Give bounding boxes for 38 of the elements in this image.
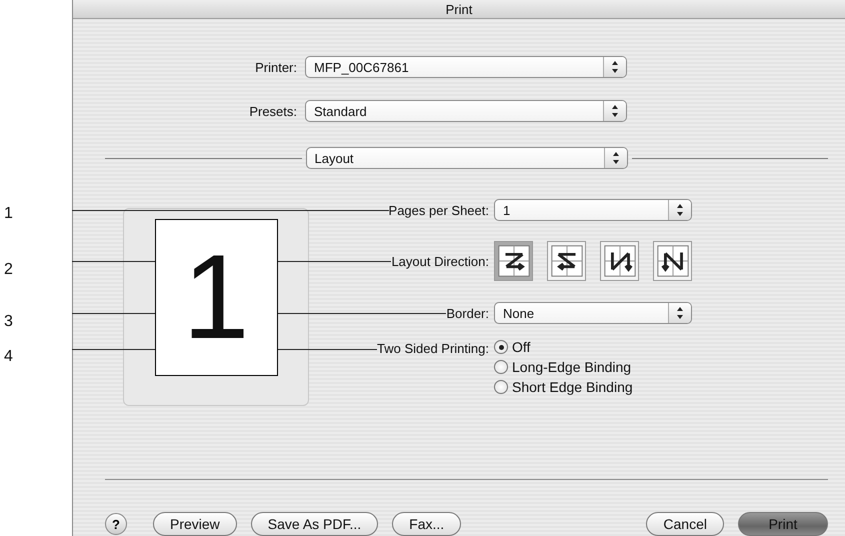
dialog-button[interactable]: Preview — [153, 512, 237, 536]
field-label: Two Sided Printing: — [376, 341, 489, 356]
layout-direction-icon — [602, 243, 638, 279]
layout-direction-button[interactable] — [600, 241, 639, 281]
popup-menu[interactable]: Layout — [306, 147, 628, 169]
stepper-icon — [603, 57, 626, 77]
stepper-icon — [603, 101, 626, 121]
field-label: Layout Direction: — [391, 254, 489, 268]
radio-button[interactable] — [494, 380, 508, 394]
radio-option[interactable]: Short Edge Binding — [494, 379, 692, 395]
stepper-icon — [668, 303, 691, 323]
layout-direction-button[interactable] — [494, 241, 533, 281]
help-button[interactable]: ? — [105, 513, 127, 535]
field-label: Pages per Sheet: — [388, 202, 489, 218]
field-label: Border: — [446, 306, 489, 320]
layout-direction-button[interactable] — [653, 241, 692, 281]
layout-direction-icon — [496, 243, 532, 279]
field-label: Printer: — [254, 60, 297, 74]
radio-option[interactable]: Long-Edge Binding — [494, 359, 692, 375]
radio-button[interactable] — [494, 360, 508, 374]
dialog-button[interactable]: Cancel — [646, 512, 724, 536]
field-label: Presets: — [248, 104, 297, 118]
radio-button[interactable] — [494, 340, 508, 354]
radio-option[interactable]: Off — [494, 339, 692, 355]
dialog-button[interactable]: Print — [738, 512, 828, 536]
window-title: Print — [73, 0, 845, 19]
page-preview: 1 — [154, 218, 278, 376]
layout-direction-button[interactable] — [547, 241, 586, 281]
popup-menu[interactable]: None — [494, 302, 692, 324]
dialog-button[interactable]: Fax... — [392, 512, 462, 536]
layout-direction-icon — [654, 243, 690, 279]
popup-menu[interactable]: Standard — [305, 100, 627, 122]
popup-menu[interactable]: 1 — [494, 199, 692, 221]
stepper-icon — [668, 200, 691, 220]
layout-direction-icon — [548, 243, 584, 279]
popup-menu[interactable]: MFP_00C67861 — [305, 56, 627, 78]
stepper-icon — [604, 148, 626, 168]
dialog-button[interactable]: Save As PDF... — [250, 512, 378, 536]
